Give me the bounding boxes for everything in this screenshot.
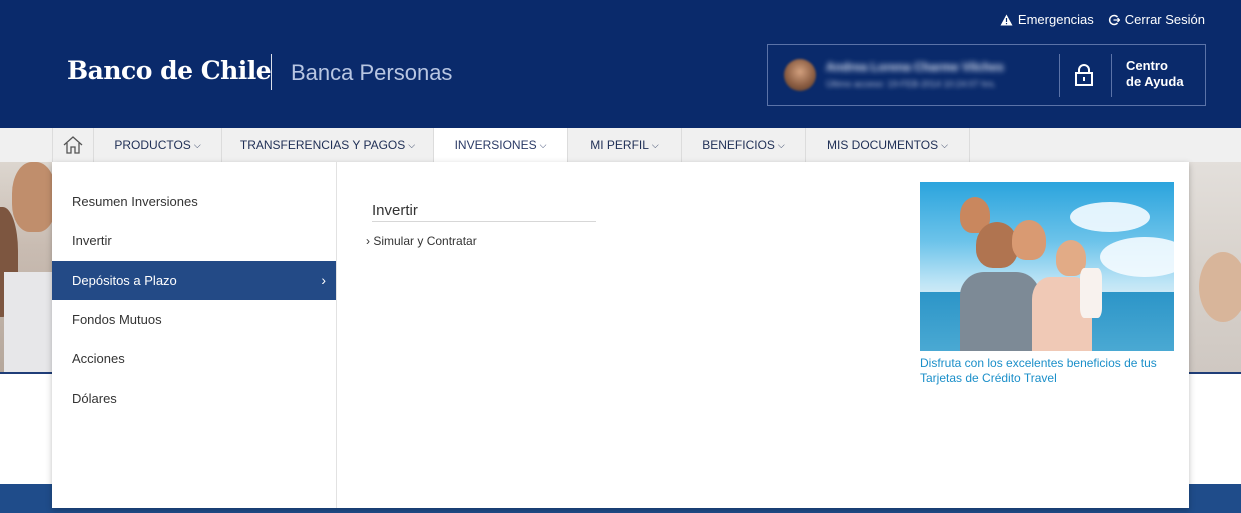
section-name: Banca Personas [291,60,453,85]
menu-item-label: Dólares [72,391,117,406]
help-line-2: de Ayuda [1126,74,1184,89]
menu-item-label: Fondos Mutuos [72,312,162,327]
cerrar-sesion-label: Cerrar Sesión [1124,12,1205,27]
nav-inversiones[interactable]: INVERSIONES ⌵ [434,128,568,162]
nav-productos[interactable]: PRODUCTOS ⌵ [94,128,222,162]
menu-item-label: Invertir [72,233,112,248]
menu-item-depositos-a-plazo[interactable]: Depósitos a Plazo › [52,261,336,300]
chevron-down-icon: ⌵ [651,139,659,150]
hero-image-left [0,162,52,374]
help-center-link[interactable]: Centro de Ayuda [1126,58,1184,90]
user-last-access: Último acceso: 19-FEB-2014 10:24:07 hrs. [826,79,997,89]
nav-transferencias[interactable]: TRANSFERENCIAS Y PAGOS ⌵ [222,128,434,162]
main-nav: PRODUCTOS ⌵ TRANSFERENCIAS Y PAGOS ⌵ INVER… [0,128,1241,162]
user-name: Andrea Lorena Charme Vilches [826,60,1004,74]
simular-y-contratar-link[interactable]: › Simular y Contratar [366,234,477,248]
chevron-down-icon: ⌵ [193,139,201,150]
menu-item-dolares[interactable]: Dólares [52,379,336,418]
promo-caption-link[interactable]: Disfruta con los excelentes beneficios d… [920,356,1180,386]
chevron-down-icon: ⌵ [539,139,547,150]
nav-beneficios[interactable]: BENEFICIOS ⌵ [682,128,806,162]
menu-item-resumen-inversiones[interactable]: Resumen Inversiones [52,182,336,221]
nav-home[interactable] [52,128,94,162]
nav-label: INVERSIONES [454,138,537,152]
page: Emergencias Cerrar Sesión Banco de Chile… [0,0,1241,513]
nav-label: MI PERFIL [590,138,649,152]
chevron-down-icon: ⌵ [777,139,785,150]
avatar [784,59,816,91]
panel-link-label: Simular y Contratar [373,234,477,248]
menu-item-label: Acciones [72,351,125,366]
user-box-divider [1059,54,1060,97]
nav-label: PRODUCTOS [114,138,191,152]
menu-item-label: Resumen Inversiones [72,194,198,209]
user-box-divider [1111,54,1112,97]
menu-item-label: Depósitos a Plazo [72,273,177,288]
chevron-down-icon: ⌵ [408,139,416,150]
help-line-1: Centro [1126,58,1168,73]
nav-label: MIS DOCUMENTOS [827,138,939,152]
nav-label: TRANSFERENCIAS Y PAGOS [239,138,406,152]
menu-item-fondos-mutuos[interactable]: Fondos Mutuos [52,300,336,339]
cerrar-sesion-link[interactable]: Cerrar Sesión [1108,12,1205,27]
menu-item-invertir[interactable]: Invertir [52,221,336,260]
chevron-right-icon: › [321,272,326,288]
lock-icon[interactable] [1074,63,1094,87]
nav-label: BENEFICIOS [702,138,775,152]
hero-image-right [1189,162,1241,374]
chevron-down-icon: ⌵ [941,139,948,150]
logout-icon [1108,14,1120,25]
emergencias-link[interactable]: Emergencias [1000,12,1094,27]
nav-mis-documentos[interactable]: MIS DOCUMENTOS ⌵ [806,128,970,162]
header: Emergencias Cerrar Sesión Banco de Chile… [0,0,1241,128]
inversiones-dropdown: Resumen Inversiones Invertir Depósitos a… [52,162,1189,508]
dropdown-sidebar: Resumen Inversiones Invertir Depósitos a… [52,162,337,508]
home-icon [63,136,83,154]
warning-icon [1000,14,1013,25]
bank-logo[interactable]: Banco de Chile [67,56,272,85]
menu-item-acciones[interactable]: Acciones [52,339,336,378]
logo-divider [271,54,272,90]
top-links: Emergencias Cerrar Sesión [1000,12,1205,27]
user-box: Andrea Lorena Charme Vilches Último acce… [767,44,1206,106]
emergencias-label: Emergencias [1017,12,1094,27]
panel-divider [372,221,596,222]
promo-image[interactable] [920,182,1174,351]
panel-title: Invertir [372,202,418,219]
nav-mi-perfil[interactable]: MI PERFIL ⌵ [568,128,682,162]
